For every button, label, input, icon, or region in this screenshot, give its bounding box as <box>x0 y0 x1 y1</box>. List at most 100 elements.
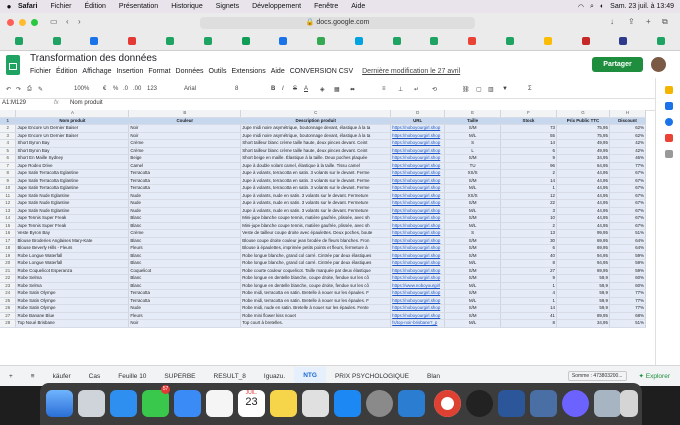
table-cell[interactable]: Noir <box>128 319 242 328</box>
table-cell[interactable]: https://noboyourgirl.shop <box>390 304 446 313</box>
table-cell[interactable]: Robe midi, terracotta en satin. Bretelle… <box>240 297 392 305</box>
table-cell[interactable]: 44,95 <box>556 207 610 215</box>
table-cell[interactable]: 73 <box>500 124 557 133</box>
row-number[interactable]: 19 <box>0 252 17 260</box>
table-cell[interactable]: Fleurs <box>128 312 242 320</box>
table-cell[interactable]: Blanc <box>128 274 242 283</box>
table-cell[interactable]: https://noboyourgirl.shop <box>390 139 446 148</box>
favorite-icon[interactable] <box>113 36 151 46</box>
table-cell[interactable]: S/M <box>444 304 502 313</box>
row-number[interactable]: 2 <box>0 124 17 133</box>
table-cell[interactable]: https://noboyourgirl.shop <box>390 297 446 305</box>
table-cell[interactable]: Nude <box>128 199 242 208</box>
link-icon[interactable]: ⛓ <box>462 86 470 93</box>
table-cell[interactable]: Camel <box>128 162 242 170</box>
table-cell[interactable]: Blouse Broderies Anglaises Mary-Kate <box>15 237 130 245</box>
table-cell[interactable]: Robe longue blanche, grand col carré. Ci… <box>240 259 392 268</box>
table-cell[interactable]: M/L <box>444 297 502 305</box>
table-cell[interactable]: 94,95 <box>556 259 610 268</box>
table-cell[interactable]: 59% <box>609 252 646 260</box>
table-cell[interactable]: https://noboyourgirl.shop <box>390 214 446 223</box>
table-cell[interactable]: Jupe Rodeo Drive <box>15 162 130 170</box>
table-cell[interactable]: 14 <box>500 304 557 313</box>
chrome-icon[interactable] <box>434 390 461 417</box>
menu-presentation[interactable]: Présentation <box>119 3 158 10</box>
table-cell[interactable]: Beige <box>128 154 242 163</box>
table-cell[interactable]: Short beige en maille. Élastique à la ta… <box>240 154 392 163</box>
table-cell[interactable]: Jupe Tennis Super Freak <box>15 222 130 230</box>
table-cell[interactable]: Noir <box>128 132 242 140</box>
table-cell[interactable]: Blanc <box>128 252 242 260</box>
preview-image-icon[interactable] <box>594 390 621 417</box>
sheets-logo-icon[interactable] <box>6 55 20 75</box>
row-number[interactable]: 8 <box>0 169 17 178</box>
table-cell[interactable]: 2 <box>500 169 557 178</box>
table-cell[interactable]: https://noboyourgirl.shop <box>390 207 446 215</box>
table-cell[interactable]: S/M <box>444 312 502 320</box>
table-cell[interactable]: Jupe Satin Nude Eglantine <box>15 199 130 208</box>
row-number[interactable]: 24 <box>0 289 17 298</box>
table-cell[interactable]: S/M <box>444 289 502 298</box>
table-cell[interactable]: 67% <box>609 169 646 178</box>
table-cell[interactable]: Terracotta <box>128 289 242 298</box>
table-cell[interactable]: 44,95 <box>556 184 610 193</box>
table-cell[interactable]: Mini-jupe blanche coupe tennis, matière … <box>240 222 392 230</box>
bold-button[interactable]: B <box>271 86 275 92</box>
menu-fenetre[interactable]: Fenêtre <box>314 3 338 10</box>
table-cell[interactable]: 67% <box>609 192 646 200</box>
table-cell[interactable]: 89,95 <box>556 312 610 320</box>
table-cell[interactable]: 60% <box>609 282 646 290</box>
table-cell[interactable]: https://noboyourgirl.shop <box>390 274 446 283</box>
table-cell[interactable]: 14 <box>500 177 557 185</box>
name-box[interactable]: A1:M129 <box>2 100 26 106</box>
row-number[interactable]: 27 <box>0 312 17 320</box>
table-cell[interactable]: Robe Longue Waterfall <box>15 252 130 260</box>
table-cell[interactable]: https://noboyourgirl.shop <box>390 132 446 140</box>
table-cell[interactable]: Robe courte couleur coquelicot. Taille m… <box>240 267 392 275</box>
avatar[interactable] <box>651 57 666 72</box>
table-cell[interactable]: M/L <box>444 207 502 215</box>
table-cell[interactable]: 44,95 <box>556 214 610 223</box>
close-window-button[interactable] <box>7 19 14 26</box>
table-cell[interactable]: 8 <box>500 259 557 268</box>
app-store-icon[interactable] <box>334 390 361 417</box>
favorite-icon[interactable] <box>38 36 76 46</box>
table-cell[interactable]: 60% <box>609 274 646 283</box>
table-cell[interactable]: 77% <box>609 289 646 298</box>
table-cell[interactable]: M/L <box>444 184 502 193</box>
table-cell[interactable]: Robe longue blanche, grand col carré. Ci… <box>240 252 392 260</box>
table-cell[interactable]: Blouse Beverly Hills - Fleurs <box>15 244 130 253</box>
table-cell[interactable]: 13 <box>500 229 557 238</box>
menu-aide[interactable]: Aide <box>351 3 365 10</box>
row-number[interactable]: 23 <box>0 282 17 290</box>
favorite-icon[interactable] <box>302 36 340 46</box>
text-color-button[interactable]: A <box>304 86 308 92</box>
table-cell[interactable]: 59,9 <box>556 282 610 290</box>
preview-icon[interactable] <box>530 390 557 417</box>
table-cell[interactable]: TU <box>444 162 502 170</box>
column-letter[interactable]: F <box>500 110 557 118</box>
row-number[interactable]: 21 <box>0 267 17 275</box>
table-cell[interactable]: https://noboyourgirl.shop <box>390 169 446 178</box>
finder-icon[interactable] <box>46 390 73 417</box>
align-icon[interactable]: ≡ <box>382 86 386 92</box>
column-letter[interactable]: E <box>444 110 502 118</box>
row-number[interactable]: 13 <box>0 207 17 215</box>
doc-menu-item[interactable]: Fichier <box>30 68 51 75</box>
table-cell[interactable]: XS/S <box>444 169 502 178</box>
table-cell[interactable]: https://noboyourgirl.shop <box>390 147 446 155</box>
table-cell[interactable]: S/M <box>444 267 502 275</box>
menu-developpement[interactable]: Développement <box>252 3 301 10</box>
column-header[interactable]: Taille <box>444 117 502 125</box>
system-preferences-icon[interactable] <box>366 390 393 417</box>
table-cell[interactable]: 77% <box>609 162 646 170</box>
favorite-icon[interactable] <box>642 36 680 46</box>
table-cell[interactable]: 67% <box>609 207 646 215</box>
table-cell[interactable]: Terracotta <box>128 297 242 305</box>
keep-icon[interactable] <box>664 86 673 94</box>
table-cell[interactable]: 69,95 <box>556 244 610 253</box>
table-cell[interactable]: 99,95 <box>556 229 610 238</box>
table-cell[interactable]: 10 <box>500 214 557 223</box>
table-cell[interactable]: 42% <box>609 147 646 155</box>
table-cell[interactable]: Jupe Encore Un Dernier Baiser <box>15 124 130 133</box>
